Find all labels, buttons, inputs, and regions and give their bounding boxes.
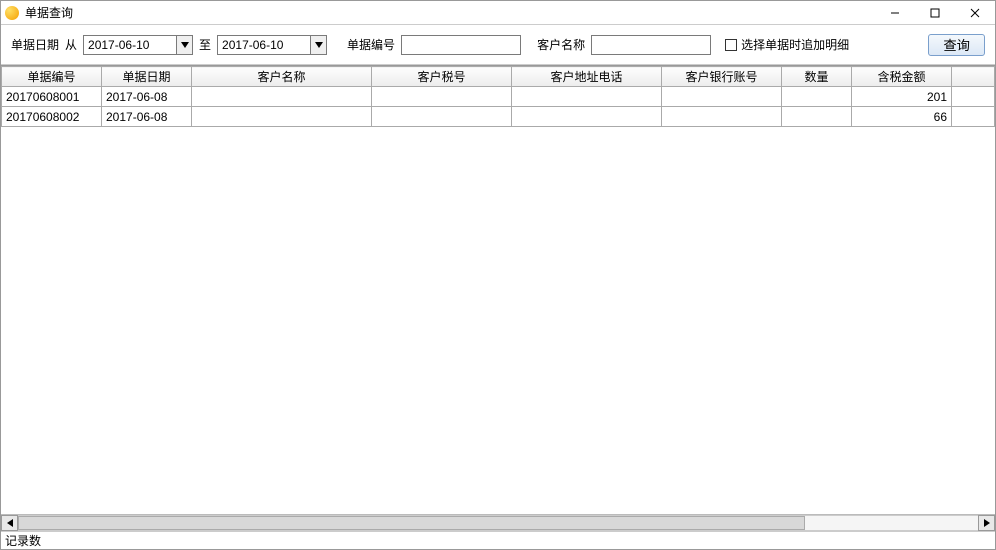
col-addr-tel[interactable]: 客户地址电话	[512, 67, 662, 87]
statusbar: 记录数	[1, 531, 995, 549]
window-title: 单据查询	[25, 4, 73, 21]
col-doc-date[interactable]: 单据日期	[102, 67, 192, 87]
table-empty-area	[1, 127, 995, 514]
append-detail-check[interactable]: 选择单据时追加明细	[725, 36, 849, 53]
table-area: 单据编号 单据日期 客户名称 客户税号 客户地址电话 客户银行账号 数量 含税金…	[1, 65, 995, 531]
from-label: 从	[65, 36, 77, 53]
table-cell[interactable]	[782, 87, 852, 107]
scroll-track[interactable]	[18, 515, 978, 531]
col-empty	[952, 67, 995, 87]
table-cell[interactable]	[512, 87, 662, 107]
append-detail-label: 选择单据时追加明细	[741, 36, 849, 53]
chevron-down-icon[interactable]	[176, 36, 192, 54]
date-from-value: 2017-06-10	[84, 38, 176, 52]
table-cell[interactable]	[662, 107, 782, 127]
table-cell[interactable]	[372, 87, 512, 107]
date-from-input[interactable]: 2017-06-10	[83, 35, 193, 55]
scroll-right-icon[interactable]	[978, 515, 995, 531]
table-cell[interactable]: 20170608002	[2, 107, 102, 127]
col-customer[interactable]: 客户名称	[192, 67, 372, 87]
date-to-value: 2017-06-10	[218, 38, 310, 52]
table-cell[interactable]: 20170608001	[2, 87, 102, 107]
filter-bar: 单据日期 从 2017-06-10 至 2017-06-10 单据编号 客户名称…	[1, 25, 995, 65]
col-qty[interactable]: 数量	[782, 67, 852, 87]
table-row[interactable]: 201706080012017-06-08 201	[2, 87, 995, 107]
app-icon	[5, 6, 19, 20]
table-row[interactable]: 201706080022017-06-08 66	[2, 107, 995, 127]
table-cell[interactable]	[192, 87, 372, 107]
scroll-thumb[interactable]	[18, 516, 805, 530]
col-tax-no[interactable]: 客户税号	[372, 67, 512, 87]
table-header-row: 单据编号 单据日期 客户名称 客户税号 客户地址电话 客户银行账号 数量 含税金…	[2, 67, 995, 87]
col-bank[interactable]: 客户银行账号	[662, 67, 782, 87]
close-button[interactable]	[955, 1, 995, 25]
table-cell[interactable]	[512, 107, 662, 127]
table-cell[interactable]	[662, 87, 782, 107]
table-cell[interactable]	[782, 107, 852, 127]
checkbox-icon[interactable]	[725, 39, 737, 51]
table-cell[interactable]: 2017-06-08	[102, 107, 192, 127]
scroll-left-icon[interactable]	[1, 515, 18, 531]
maximize-button[interactable]	[915, 1, 955, 25]
chevron-down-icon[interactable]	[310, 36, 326, 54]
table-cell[interactable]: 2017-06-08	[102, 87, 192, 107]
doc-no-input[interactable]	[401, 35, 521, 55]
date-label: 单据日期	[11, 36, 59, 53]
customer-input[interactable]	[591, 35, 711, 55]
table-cell[interactable]: 66	[852, 107, 952, 127]
horizontal-scrollbar[interactable]	[1, 514, 995, 531]
col-doc-no[interactable]: 单据编号	[2, 67, 102, 87]
titlebar: 单据查询	[1, 1, 995, 25]
table-cell[interactable]	[952, 87, 995, 107]
results-table: 单据编号 单据日期 客户名称 客户税号 客户地址电话 客户银行账号 数量 含税金…	[1, 66, 995, 127]
doc-no-label: 单据编号	[347, 36, 395, 53]
date-to-input[interactable]: 2017-06-10	[217, 35, 327, 55]
to-label: 至	[199, 36, 211, 53]
record-count-label: 记录数	[5, 532, 41, 549]
table-cell[interactable]	[372, 107, 512, 127]
table-cell[interactable]: 201	[852, 87, 952, 107]
col-amount[interactable]: 含税金额	[852, 67, 952, 87]
minimize-button[interactable]	[875, 1, 915, 25]
query-button[interactable]: 查询	[928, 34, 985, 56]
table-cell[interactable]	[192, 107, 372, 127]
customer-label: 客户名称	[537, 36, 585, 53]
table-cell[interactable]	[952, 107, 995, 127]
